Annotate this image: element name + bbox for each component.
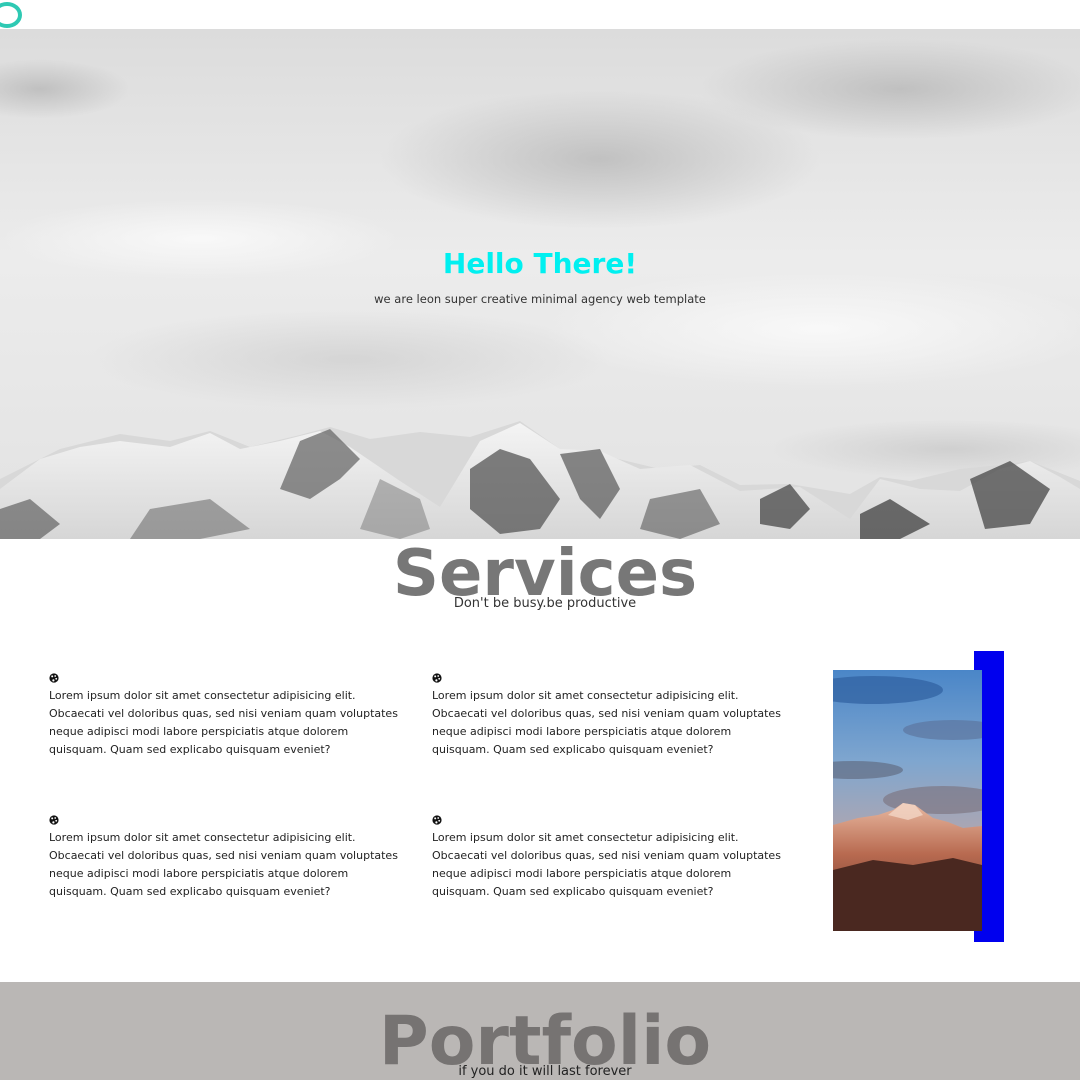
palette-icon (49, 673, 59, 683)
service-text: Lorem ipsum dolor sit amet consectetur a… (49, 831, 398, 898)
mountain-sunset-photo (833, 670, 982, 931)
services-subtitle: Don't be busy.be productive (453, 596, 637, 611)
loader-ring-icon (0, 2, 22, 28)
hero-section: Hello There! we are leon super creative … (0, 29, 1080, 539)
palette-icon (432, 673, 442, 683)
service-text: Lorem ipsum dolor sit amet consectetur a… (49, 689, 398, 756)
service-item: Lorem ipsum dolor sit amet consectetur a… (432, 815, 792, 901)
hero-mountain-image (0, 29, 1080, 539)
service-item: Lorem ipsum dolor sit amet consectetur a… (432, 673, 792, 759)
hero-title: Hello There! (442, 247, 638, 280)
palette-icon (432, 815, 442, 825)
portfolio-section: Portfolio if you do it will last forever (0, 982, 1080, 1080)
service-text: Lorem ipsum dolor sit amet consectetur a… (432, 689, 781, 756)
hero-subtitle: we are leon super creative minimal agenc… (374, 292, 706, 306)
service-text: Lorem ipsum dolor sit amet consectetur a… (432, 831, 781, 898)
palette-icon (49, 815, 59, 825)
portfolio-subtitle: if you do it will last forever (458, 1064, 632, 1079)
service-item: Lorem ipsum dolor sit amet consectetur a… (49, 673, 409, 759)
top-bar (0, 0, 1080, 29)
service-item: Lorem ipsum dolor sit amet consectetur a… (49, 815, 409, 901)
